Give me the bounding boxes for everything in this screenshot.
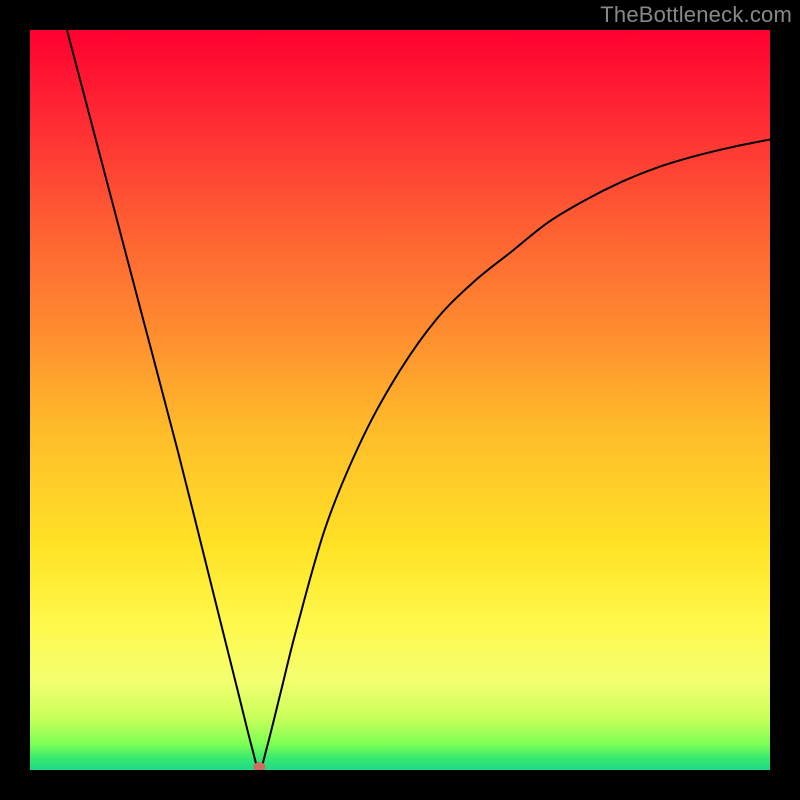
plot-area [30, 30, 770, 770]
gradient-background [30, 30, 770, 770]
bottleneck-chart [30, 30, 770, 770]
watermark-text: TheBottleneck.com [600, 2, 792, 28]
chart-frame: TheBottleneck.com [0, 0, 800, 800]
